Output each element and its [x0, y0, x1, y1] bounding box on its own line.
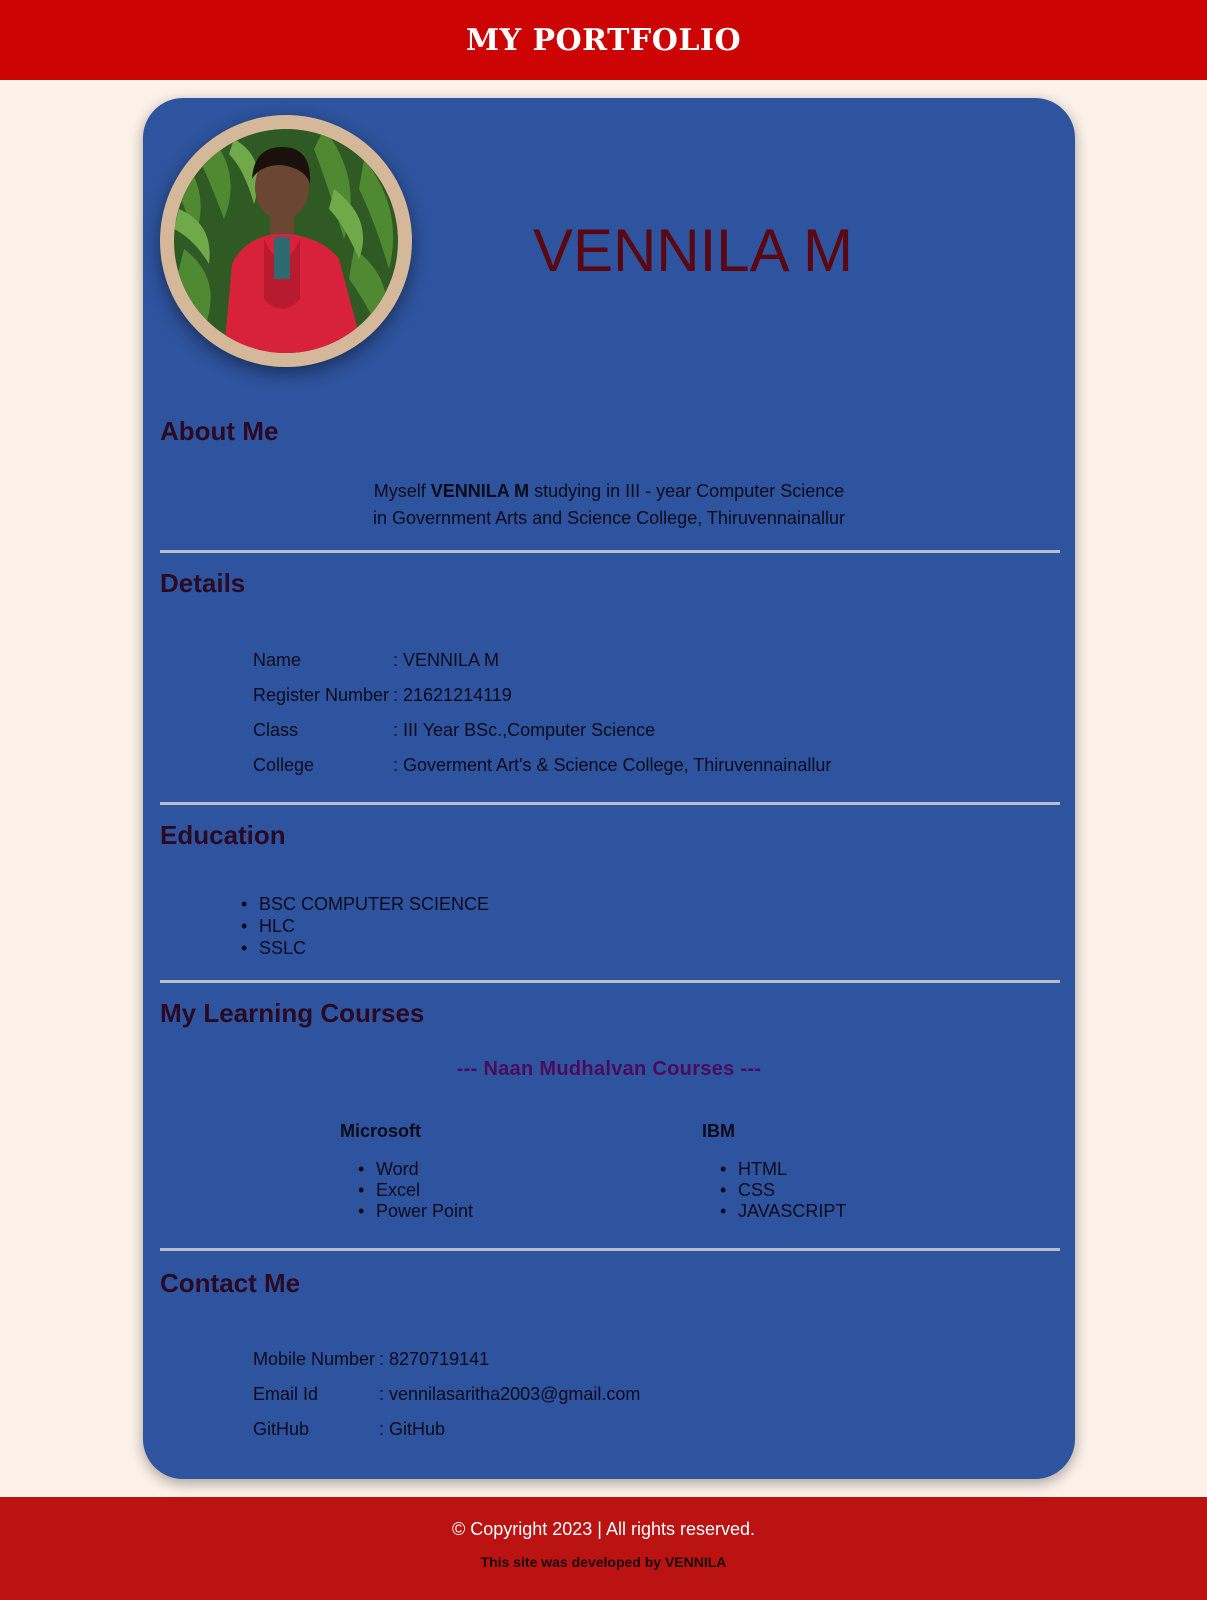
section-divider	[160, 802, 1060, 805]
about-name: VENNILA M	[430, 481, 530, 501]
profile-name: VENNILA M	[532, 217, 854, 284]
contact-heading: Contact Me	[160, 1268, 301, 1298]
ibm-course-list: HTML CSS JAVASCRIPT	[702, 1159, 846, 1222]
details-key: College	[253, 755, 315, 775]
details-separator: :	[393, 650, 404, 670]
list-item: SSLC	[235, 937, 489, 959]
details-row-college: College: Goverment Art's & Science Colle…	[253, 755, 831, 775]
contact-key: GitHub	[253, 1419, 310, 1439]
section-divider	[160, 980, 1060, 983]
list-item: BSC COMPUTER SCIENCE	[235, 893, 489, 915]
about-prefix: Myself	[373, 481, 431, 501]
details-heading: Details	[160, 568, 246, 598]
site-header: MY PORTFOLIO	[0, 0, 1207, 80]
contact-value: 8270719141	[389, 1349, 490, 1369]
list-item: HTML	[702, 1159, 846, 1180]
courses-subtitle: --- Naan Mudhalvan Courses ---	[456, 1058, 762, 1080]
details-separator: :	[393, 685, 404, 705]
about-line1: studying in III - year Computer Science	[529, 481, 845, 501]
contact-separator: :	[379, 1384, 390, 1404]
contact-key: Mobile Number	[253, 1349, 376, 1369]
site-title: MY PORTFOLIO	[465, 22, 742, 58]
details-key: Class	[253, 720, 299, 740]
details-value: VENNILA M	[403, 650, 500, 670]
portfolio-card: VENNILA M About Me Myself VENNILA M stud…	[143, 98, 1075, 1479]
profile-photo-image	[174, 129, 398, 353]
details-value: 21621214119	[403, 685, 512, 705]
contact-row-email: Email Id: vennilasaritha2003@gmail.com	[253, 1384, 640, 1404]
details-key: Name	[253, 650, 302, 670]
list-item: Excel	[340, 1180, 473, 1201]
contact-separator: :	[379, 1349, 390, 1369]
details-separator: :	[393, 720, 404, 740]
profile-photo-frame	[160, 115, 412, 367]
github-link[interactable]: GitHub	[389, 1419, 445, 1439]
microsoft-course-list: Word Excel Power Point	[340, 1159, 473, 1222]
about-text: Myself VENNILA M studying in III - year …	[143, 478, 1075, 532]
education-list: BSC COMPUTER SCIENCE HLC SSLC	[235, 893, 489, 959]
list-item: HLC	[235, 915, 489, 937]
education-heading: Education	[160, 820, 286, 850]
contact-row-mobile: Mobile Number: 8270719141	[253, 1349, 489, 1369]
contact-key: Email Id	[253, 1384, 319, 1404]
list-item: Power Point	[340, 1201, 473, 1222]
list-item: JAVASCRIPT	[702, 1201, 846, 1222]
details-key: Register Number	[253, 685, 390, 705]
list-item: CSS	[702, 1180, 846, 1201]
details-value: III Year BSc.,Computer Science	[403, 720, 656, 740]
about-heading: About Me	[160, 416, 279, 446]
course-group-ibm: IBM	[702, 1121, 735, 1141]
about-line2: in Government Arts and Science College, …	[373, 508, 845, 528]
profile-photo	[174, 129, 398, 353]
details-row-register: Register Number: 21621214119	[253, 685, 512, 705]
contact-row-github: GitHub: GitHub	[253, 1419, 445, 1439]
courses-heading: My Learning Courses	[160, 998, 425, 1028]
copyright-text: © Copyright 2023 | All rights reserved.	[451, 1519, 756, 1539]
details-row-name: Name: VENNILA M	[253, 650, 499, 670]
details-row-class: Class: III Year BSc.,Computer Science	[253, 720, 655, 740]
developer-credit: This site was developed by VENNILA	[480, 1554, 727, 1570]
section-divider	[160, 550, 1060, 553]
contact-separator: :	[379, 1419, 390, 1439]
course-group-microsoft: Microsoft	[340, 1121, 421, 1141]
list-item: Word	[340, 1159, 473, 1180]
details-separator: :	[393, 755, 404, 775]
section-divider	[160, 1248, 1060, 1251]
contact-email-link[interactable]: vennilasaritha2003@gmail.com	[389, 1384, 640, 1404]
details-value: Goverment Art's & Science College, Thiru…	[403, 755, 832, 775]
site-footer: © Copyright 2023 | All rights reserved. …	[0, 1497, 1207, 1600]
